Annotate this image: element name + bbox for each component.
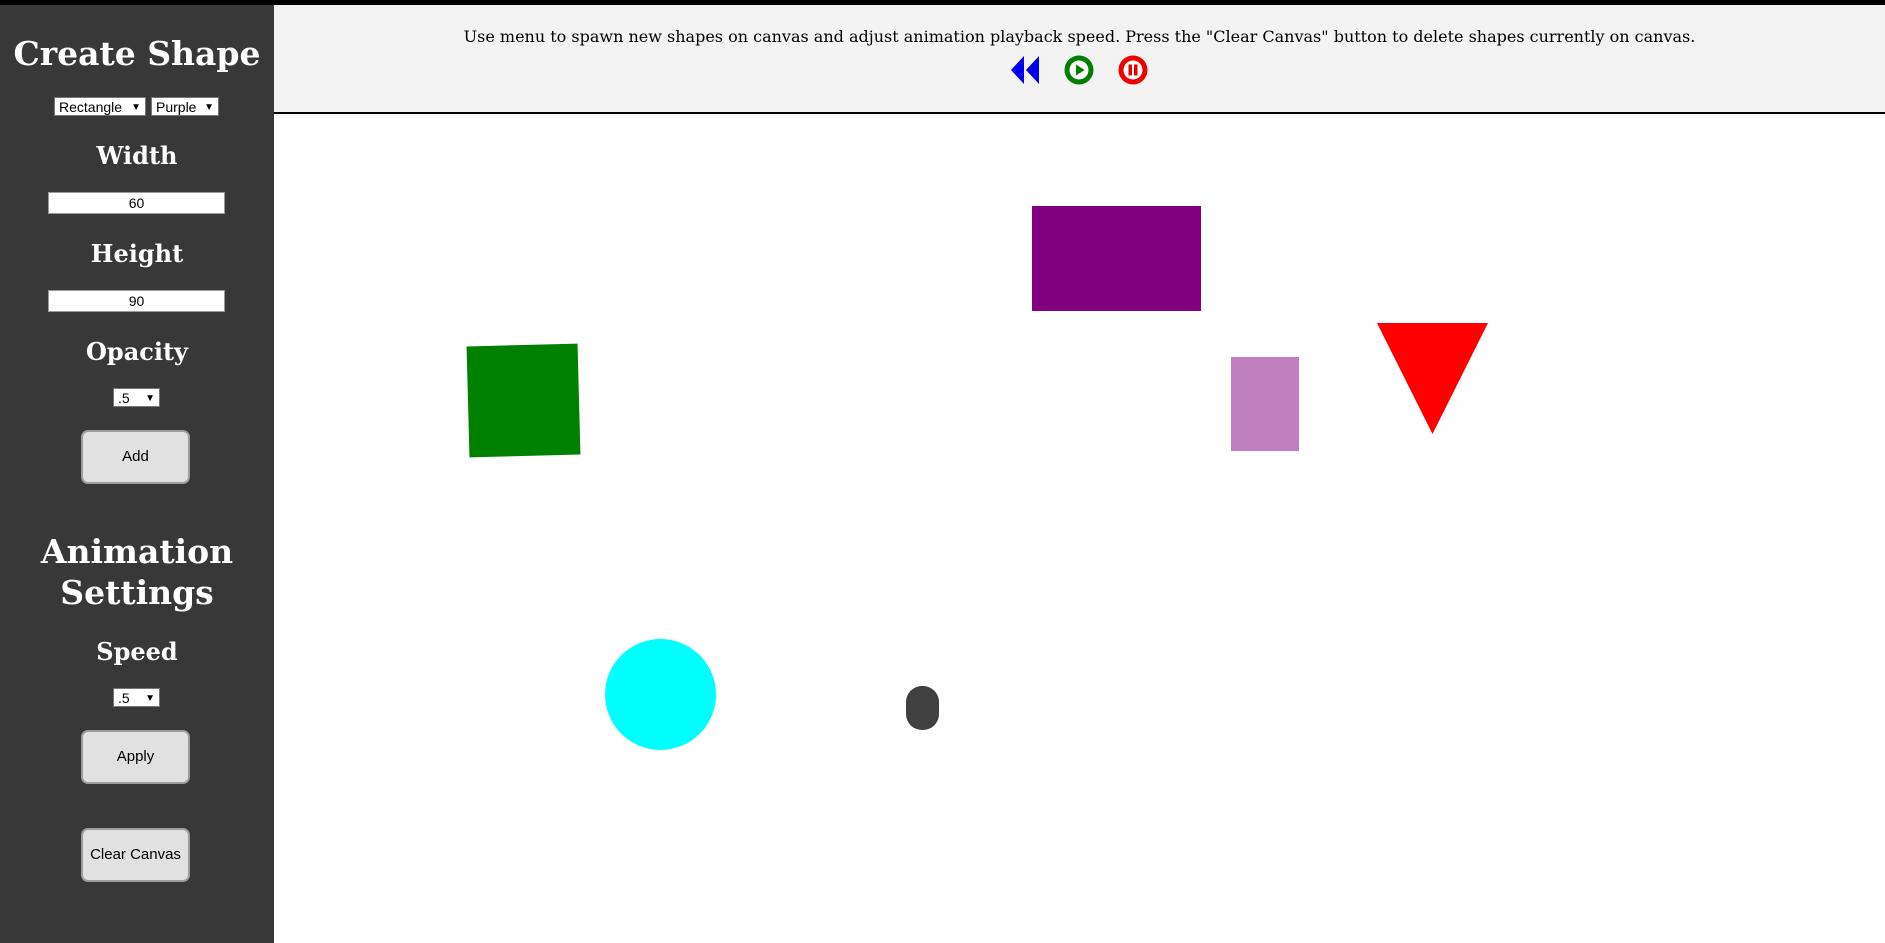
chevron-down-icon: ▼ [145, 393, 155, 404]
clear-canvas-button[interactable]: Clear Canvas [81, 828, 190, 882]
drawing-canvas[interactable] [274, 116, 1885, 943]
shape-type-select-value: Rectangle [59, 99, 123, 115]
play-icon [1064, 55, 1094, 85]
create-shape-title: Create Shape [13, 34, 261, 73]
chevron-down-icon: ▼ [145, 693, 155, 704]
opacity-select-value: .5 [118, 390, 130, 406]
speed-label: Speed [96, 637, 178, 666]
opacity-label: Opacity [86, 337, 188, 366]
chevron-down-icon: ▼ [204, 102, 214, 113]
width-input[interactable]: 60 [48, 192, 225, 214]
play-button[interactable] [1064, 55, 1094, 85]
instructions-text: Use menu to spawn new shapes on canvas a… [463, 27, 1696, 46]
shape-color-select-value: Purple [156, 99, 197, 115]
shape-color-select[interactable]: Purple ▼ [151, 97, 219, 116]
pause-button[interactable] [1118, 55, 1148, 85]
animation-settings-title-line2: Settings [60, 573, 214, 612]
cyan-circle [605, 639, 716, 750]
gray-pill [906, 686, 939, 730]
chevron-down-icon: ▼ [131, 102, 141, 113]
speed-select-value: .5 [118, 690, 130, 706]
purple-rectangle [1032, 206, 1201, 311]
shape-type-select[interactable]: Rectangle ▼ [54, 97, 146, 116]
pause-icon [1118, 55, 1148, 85]
opacity-select[interactable]: .5 ▼ [113, 388, 160, 407]
green-square [466, 343, 581, 458]
header: Use menu to spawn new shapes on canvas a… [274, 5, 1885, 114]
rewind-icon [1011, 56, 1039, 84]
animation-settings-title-line1: Animation [40, 532, 234, 571]
sidebar: Create Shape Rectangle ▼ Purple ▼ Width … [0, 5, 274, 943]
apply-button[interactable]: Apply [81, 730, 190, 784]
width-label: Width [96, 141, 178, 170]
add-button[interactable]: Add [81, 430, 190, 484]
red-triangle [1377, 323, 1488, 434]
speed-select[interactable]: .5 ▼ [113, 688, 160, 707]
rewind-button[interactable] [1010, 55, 1040, 85]
pink-rectangle [1231, 357, 1299, 451]
height-label: Height [90, 239, 184, 268]
height-input[interactable]: 90 [48, 290, 225, 312]
